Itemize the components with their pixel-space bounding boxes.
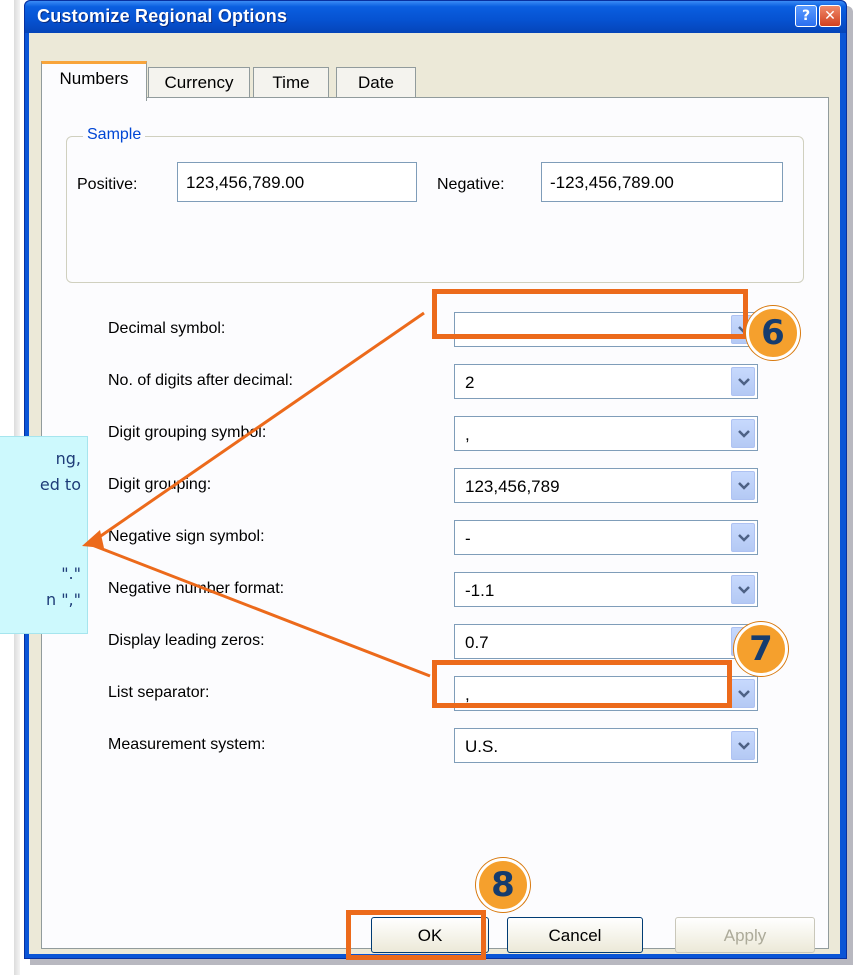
tab-time-label: Time (272, 73, 310, 92)
regional-options-dialog: Customize Regional Options ? ✕ Numbers C… (24, 0, 847, 959)
list-separator-label: List separator: (108, 684, 210, 701)
step-badge-8: 8 (476, 858, 530, 912)
callout-line-1: ng, (55, 449, 81, 468)
cancel-button[interactable]: Cancel (507, 917, 643, 953)
step-badge-7: 7 (734, 622, 788, 676)
chevron-down-icon[interactable] (731, 471, 755, 500)
negative-label: Negative: (437, 176, 505, 193)
display-leading-zeros-select[interactable]: 0.7 (454, 624, 758, 659)
close-button[interactable]: ✕ (819, 5, 841, 27)
digits-after-decimal-value: 2 (465, 373, 475, 392)
negative-sample-value: -123,456,789.00 (550, 173, 674, 192)
cancel-button-label: Cancel (548, 926, 602, 945)
decimal-symbol-label: Decimal symbol: (108, 320, 226, 337)
chevron-down-icon[interactable] (731, 419, 755, 448)
negative-sign-symbol-label: Negative sign symbol: (108, 528, 265, 545)
positive-sample-field: 123,456,789.00 (177, 162, 417, 202)
step-badge-6: 6 (746, 306, 800, 360)
chevron-down-icon[interactable] (731, 367, 755, 396)
negative-number-format-label: Negative number format: (108, 580, 285, 597)
help-icon: ? (801, 8, 811, 24)
dialog-client-area: Numbers Currency Time Date Sample Positi… (29, 33, 840, 954)
negative-sign-symbol-select[interactable]: - (454, 520, 758, 555)
tab-currency-label: Currency (164, 73, 234, 92)
negative-sample-field: -123,456,789.00 (541, 162, 783, 202)
tab-time[interactable]: Time (253, 67, 329, 98)
measurement-system-select[interactable]: U.S. (454, 728, 758, 763)
highlight-ok-button (346, 910, 486, 960)
highlight-list-separator (432, 660, 732, 708)
sample-group: Sample Positive: 123,456,789.00 Negative… (66, 126, 804, 283)
positive-label: Positive: (77, 176, 138, 193)
digit-grouping-value: 123,456,789 (465, 477, 560, 496)
display-leading-zeros-label: Display leading zeros: (108, 632, 265, 649)
digits-after-decimal-select[interactable]: 2 (454, 364, 758, 399)
tab-numbers[interactable]: Numbers (41, 61, 147, 101)
apply-button-label: Apply (723, 926, 767, 945)
positive-sample-value: 123,456,789.00 (186, 173, 305, 192)
tab-date[interactable]: Date (336, 67, 416, 98)
digit-grouping-label: Digit grouping: (108, 476, 212, 493)
display-leading-zeros-value: 0.7 (465, 633, 489, 652)
tab-currency[interactable]: Currency (148, 67, 250, 98)
negative-number-format-value: -1.1 (465, 581, 495, 600)
title-bar[interactable]: Customize Regional Options ? ✕ (25, 1, 846, 33)
instruction-callout: ng, ed to "." n "," (0, 436, 88, 634)
chevron-down-icon[interactable] (731, 679, 755, 708)
digit-grouping-symbol-label: Digit grouping symbol: (108, 424, 267, 441)
measurement-system-value: U.S. (465, 737, 499, 756)
window-title: Customize Regional Options (37, 6, 288, 26)
negative-number-format-select[interactable]: -1.1 (454, 572, 758, 607)
digits-after-decimal-label: No. of digits after decimal: (108, 372, 293, 389)
callout-line-2: ed to (39, 475, 81, 494)
chevron-down-icon[interactable] (731, 731, 755, 760)
tab-numbers-label: Numbers (59, 69, 129, 88)
highlight-decimal-symbol (432, 289, 748, 339)
digit-grouping-symbol-select[interactable]: , (454, 416, 758, 451)
numbers-tab-panel: Sample Positive: 123,456,789.00 Negative… (41, 97, 829, 949)
sample-legend: Sample (83, 126, 146, 144)
measurement-system-label: Measurement system: (108, 736, 266, 753)
callout-line-3: "." (61, 564, 81, 583)
callout-line-4: n "," (45, 590, 81, 609)
chevron-down-icon[interactable] (731, 523, 755, 552)
digit-grouping-select[interactable]: 123,456,789 (454, 468, 758, 503)
close-icon: ✕ (824, 8, 836, 24)
tab-date-label: Date (358, 73, 394, 92)
help-button[interactable]: ? (795, 5, 817, 27)
chevron-down-icon[interactable] (731, 575, 755, 604)
negative-sign-symbol-value: - (465, 529, 471, 548)
apply-button: Apply (675, 917, 815, 953)
digit-grouping-symbol-value: , (465, 425, 470, 444)
